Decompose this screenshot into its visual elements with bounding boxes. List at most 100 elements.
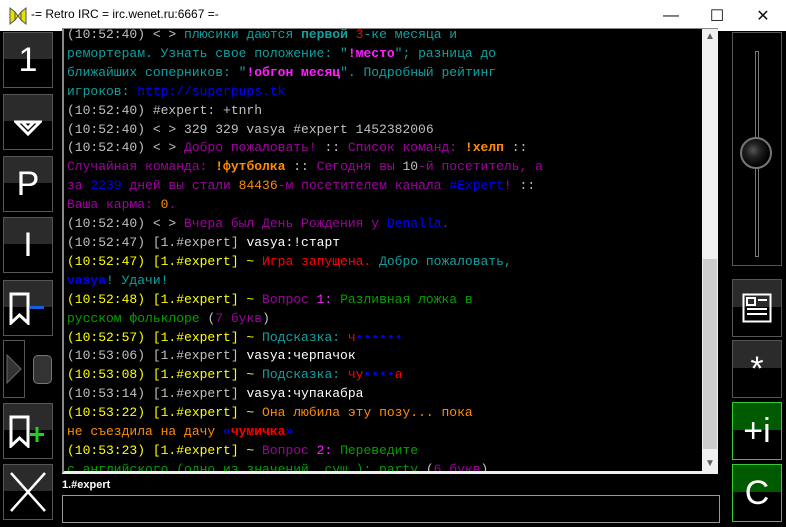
bookmark-minus-icon (9, 292, 44, 325)
bookmark-plus-icon (9, 415, 44, 448)
chat-line: (10:53:08) [1.#expert] ~ Подсказка: чу••… (67, 366, 703, 385)
chat-log[interactable]: (10:52:40) < > плюсики даются первой 3-к… (62, 28, 718, 474)
chat-line: (10:52:47) [1.#expert] ~ Игра запущена. … (67, 253, 703, 272)
message-segment: 7 букв (215, 310, 263, 326)
scroll-up-icon[interactable]: ▲ (702, 31, 718, 42)
message-segment: ". Подробный рейтинг (340, 64, 497, 80)
message-segment: :: (519, 178, 536, 194)
chat-line: с английского (одно из значений, сущ.): … (67, 461, 703, 474)
mouse-icon[interactable] (33, 355, 52, 384)
message-segment: ) (262, 310, 270, 326)
star-button[interactable]: * (732, 340, 782, 398)
message-segment: (10:52:40) < > 329 329 vasya #expert 145… (67, 121, 434, 137)
chat-scrollbar[interactable]: ▲ ▼ (702, 29, 718, 471)
message-segment: плюсики даются (184, 28, 302, 42)
message-segment: ! Удачи! (106, 272, 169, 288)
message-segment: vasya:чупакабра (246, 386, 364, 402)
chat-line: (10:53:06) [1.#expert] vasya:черпачок (67, 347, 703, 366)
message-segment: . (168, 197, 177, 213)
message-segment: (10:53:08) [1.#expert] ~ (67, 367, 263, 383)
play-button[interactable] (3, 340, 25, 398)
chat-line: Ваша карма: 0. (67, 196, 703, 215)
chat-line: игроков: http://superpups.tk (67, 83, 703, 102)
message-segment: 10 (402, 159, 419, 175)
message-segment: а (394, 367, 403, 383)
message-segment: . (441, 216, 450, 232)
message-segment: Она любила эту позу... пока (262, 405, 473, 421)
play-triangle-icon (6, 353, 22, 385)
scroll-thumb[interactable] (703, 259, 717, 449)
scroll-down-icon[interactable]: ▼ (702, 458, 718, 469)
chat-line: (10:53:22) [1.#expert] ~ Она любила эту … (67, 404, 703, 423)
invite-button[interactable]: +i (732, 402, 782, 460)
message-segment: ! (503, 178, 520, 194)
message-segment: за (67, 178, 91, 194)
message-segment: » (285, 424, 294, 440)
message-segment: (10:52:57) [1.#expert] ~ (67, 329, 263, 345)
message-segment: ремортерам. Узнать свое положение: " (67, 45, 348, 61)
button-label: I (23, 225, 33, 264)
message-segment: Разливная ложка в (340, 291, 473, 307)
message-segment: ближайших соперников: " (67, 64, 247, 80)
message-segment: Вчера был День Рождения у (184, 216, 387, 232)
chat-line: (10:52:40) < > Добро пожаловать! :: Спис… (67, 139, 703, 158)
chat-line: (10:52:48) [1.#expert] ~ Вопрос 1: Разли… (67, 291, 703, 310)
collapse-button[interactable] (3, 94, 53, 150)
message-segment: Сегодня вы (316, 159, 403, 175)
volume-slider[interactable] (732, 32, 782, 266)
button-label: +i (743, 411, 771, 450)
message-segment: Вопрос (262, 442, 317, 458)
remove-bookmark-button[interactable] (3, 280, 53, 336)
news-button[interactable] (732, 279, 782, 337)
close-channel-button[interactable] (3, 464, 53, 520)
close-x-icon (10, 472, 46, 512)
message-segment: (10:52:40) #expert: +tnrh (67, 102, 263, 118)
message-segment: :: (324, 140, 348, 156)
button-label: C (744, 473, 770, 512)
window-1-button[interactable]: 1 (3, 32, 53, 88)
button-label: * (750, 349, 764, 388)
message-segment: !футболка (215, 159, 286, 175)
chat-line: ремортерам. Узнать свое положение: "!мес… (67, 45, 703, 64)
minimize-button[interactable]: — (648, 0, 694, 31)
message-segment: Список команд: (347, 140, 465, 156)
message-segment: (10:52:48) [1.#expert] ~ (67, 291, 263, 307)
info-button[interactable]: I (3, 217, 53, 273)
message-segment: Вопрос (262, 291, 317, 307)
message-segment: Подсказка: (262, 329, 348, 345)
message-segment: ) (480, 461, 489, 474)
chat-line: не съездила на дачу «чумичка» (67, 423, 703, 442)
message-segment: Добро пожаловать, (379, 253, 512, 269)
message-list: (10:52:40) < > плюсики даются первой 3-к… (67, 28, 703, 474)
message-segment: (10:53:14) [1.#expert] (67, 386, 247, 402)
chat-line: vasya! Удачи! (67, 272, 703, 291)
clear-button[interactable]: C (732, 464, 782, 522)
message-segment: vasya (67, 272, 107, 288)
close-button[interactable]: ✕ (740, 0, 786, 31)
message-segment: !хелп (464, 140, 504, 156)
chat-line: (10:53:14) [1.#expert] vasya:чупакабра (67, 385, 703, 404)
slider-knob-icon[interactable] (740, 137, 772, 169)
message-segment: -ке месяца и (363, 28, 458, 42)
message-segment: (10:52:40) < > (67, 28, 185, 42)
chat-line: русском фольклоре (7 букв) (67, 310, 703, 329)
message-segment: Подсказка: (262, 367, 348, 383)
chat-line: за 2239 дней вы стали 84436-м посетителе… (67, 177, 703, 196)
message-segment: http://superpups.tk (137, 83, 286, 99)
private-button[interactable]: P (3, 156, 53, 212)
message-input[interactable] (62, 495, 720, 523)
message-segment: Denalla (386, 216, 442, 232)
message-segment: « (223, 424, 231, 440)
message-segment: "; разница до (394, 45, 497, 61)
news-icon (742, 293, 772, 323)
message-segment: -м посетителем канала (277, 178, 450, 194)
message-segment: 2239 (90, 178, 122, 194)
message-segment: :: (503, 140, 528, 156)
message-segment: (10:52:40) < > (67, 140, 185, 156)
maximize-button[interactable]: ☐ (694, 0, 740, 31)
message-segment: 6 букв (433, 461, 481, 474)
message-segment: Случайная команда: (67, 159, 216, 175)
chat-line: (10:52:40) #expert: +tnrh (67, 102, 703, 121)
add-bookmark-button[interactable] (3, 403, 53, 459)
message-segment: !обгон месяц (246, 64, 341, 80)
